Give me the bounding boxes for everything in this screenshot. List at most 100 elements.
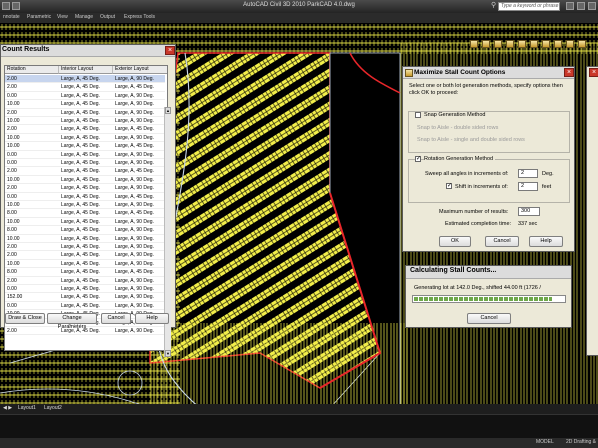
table-row[interactable]: 10.00 Large, A, 45 Deg. Large, A, 90 Deg. [5,235,165,243]
table-cell: Large, A, 45 Deg. [61,143,100,150]
tab-layout1[interactable]: Layout1 [18,405,36,411]
table-row[interactable]: 2.00 Large, A, 45 Deg. Large, A, 45 Deg. [5,167,165,176]
parking-tool-icon-1[interactable] [470,40,478,48]
shift-checkbox[interactable]: ✓ [446,183,452,189]
maximize-cancel-button[interactable]: Cancel [485,236,519,247]
snap-double-option[interactable]: Snap to Aisle - double sided rows [417,125,498,131]
progress-cancel-button[interactable]: Cancel [467,313,511,324]
parking-tool-icon-2[interactable] [482,40,490,48]
search-input[interactable]: Type a keyword or phrase [498,2,560,11]
table-cell: Large, A, 45 Deg. [61,286,100,292]
ribbon-icons [470,40,598,52]
table-cell: Large, A, 45 Deg. [61,185,100,192]
maximize-help-button[interactable]: Help [529,236,563,247]
table-cell: Large, A, 90 Deg. [115,260,154,267]
table-row[interactable]: 152.00 Large, A, 45 Deg. Large, A, 90 Deg. [5,293,165,302]
table-cell: 0.00 [7,92,17,99]
search-icon[interactable]: ⚲ [491,2,498,10]
table-row[interactable]: 2.00 Large, A, 45 Deg. Large, A, 90 Deg. [5,75,165,84]
table-row[interactable]: 10.00 Large, A, 45 Deg. Large, A, 90 Deg. [5,134,165,143]
table-row[interactable]: 10.00 Large, A, 45 Deg. Large, A, 90 Deg. [5,176,165,185]
menu-annotate[interactable]: nnotate [3,14,20,20]
table-row[interactable]: 2.00 Large, A, 45 Deg. Large, A, 90 Deg. [5,184,165,193]
rotation-method-group [408,159,570,203]
table-cell: 10.00 [7,218,20,225]
table-row[interactable]: 0.00 Large, A, 45 Deg. Large, A, 45 Deg. [5,193,165,201]
parking-tool-icon-7[interactable] [542,40,550,48]
table-cell: 0.00 [7,151,17,158]
change-parameters-button[interactable]: Change Parameters [47,313,97,330]
table-cell: Large, A, 45 Deg. [61,76,100,82]
close-icon[interactable]: × [589,68,598,77]
model-label[interactable]: MODEL [536,439,554,445]
col-interior-layout[interactable]: Interior Layout [59,66,113,74]
table-cell: Large, A, 90 Deg. [115,294,154,301]
parking-tool-icon-3[interactable] [494,40,502,48]
table-cell: 8.00 [7,227,17,234]
table-row[interactable]: 10.00 Large, A, 45 Deg. Large, A, 90 Deg. [5,260,165,269]
table-row[interactable]: 10.00 Large, A, 45 Deg. Large, A, 90 Deg. [5,117,165,126]
parking-tool-icon-4[interactable] [506,40,514,48]
table-row[interactable]: 10.00 Large, A, 45 Deg. Large, A, 45 Deg. [5,142,165,151]
workspace-label[interactable]: 2D Drafting & [566,439,596,445]
parking-tool-icon-8[interactable] [554,40,562,48]
table-row[interactable]: 0.00 Large, A, 45 Deg. Large, A, 90 Deg. [5,302,165,311]
rotation-method-checkbox[interactable]: ✓ [415,156,421,162]
command-line[interactable] [0,414,598,438]
parking-tool-icon-10[interactable] [578,40,586,48]
table-row[interactable]: 0.00 Large, A, 45 Deg. Large, A, 90 Deg. [5,92,165,101]
close-icon[interactable]: × [165,46,175,55]
table-cell: 10.00 [7,202,20,208]
table-cell: Large, A, 90 Deg. [115,101,154,108]
table-row[interactable]: 2.00 Large, A, 45 Deg. Large, A, 90 Deg. [5,109,165,117]
table-row[interactable]: 0.00 Large, A, 45 Deg. Large, A, 90 Deg. [5,285,165,294]
table-row[interactable]: 2.00 Large, A, 45 Deg. Large, A, 90 Deg. [5,251,165,260]
table-row[interactable]: 10.00 Large, A, 45 Deg. Large, A, 90 Deg. [5,218,165,227]
snap-single-option[interactable]: Snap to Aisle - single and double sided … [417,137,525,143]
nav-arrows-icon[interactable]: ◀ ▶ [3,405,12,411]
col-exterior-layout[interactable]: Exterior Layout [113,66,167,74]
results-help-button[interactable]: Help [135,313,169,324]
snap-method-checkbox[interactable] [415,112,421,118]
results-table[interactable]: Rotation Interior Layout Exterior Layout… [4,65,168,351]
max-results-input[interactable]: 300 [518,207,540,216]
menu-parametric[interactable]: Parametric [27,14,51,20]
table-row[interactable]: 10.00 Large, A, 45 Deg. Large, A, 90 Deg. [5,100,165,109]
table-row[interactable]: 8.00 Large, A, 45 Deg. Large, A, 45 Deg. [5,268,165,277]
sweep-unit: Deg. [542,171,554,177]
parking-tool-icon-5[interactable] [518,40,526,48]
menu-view[interactable]: View [57,14,68,20]
parking-tool-icon-6[interactable] [530,40,538,48]
table-row[interactable]: 8.00 Large, A, 45 Deg. Large, A, 90 Deg. [5,226,165,235]
table-row[interactable]: 10.00 Large, A, 45 Deg. Large, A, 90 Deg. [5,201,165,210]
table-row[interactable]: 0.00 Large, A, 45 Deg. Large, A, 90 Deg. [5,151,165,159]
table-row[interactable]: 2.00 Large, A, 45 Deg. Large, A, 45 Deg. [5,125,165,134]
table-row[interactable]: 2.00 Large, A, 45 Deg. Large, A, 45 Deg. [5,83,165,92]
results-cancel-button[interactable]: Cancel [101,313,131,324]
table-row[interactable]: 8.00 Large, A, 45 Deg. Large, A, 45 Deg. [5,209,165,218]
tab-layout2[interactable]: Layout2 [44,405,62,411]
menu-manage[interactable]: Manage [75,14,93,20]
table-row[interactable]: 0.00 Large, A, 45 Deg. Large, A, 90 Deg. [5,159,165,168]
parking-tool-icon-9[interactable] [566,40,574,48]
col-rotation[interactable]: Rotation [5,66,59,74]
scroll-up-icon[interactable]: ▲ [165,107,171,114]
scroll-down-icon[interactable]: ▼ [165,350,171,357]
menu-output[interactable]: Output [100,14,115,20]
help-icon[interactable] [588,2,596,10]
table-cell: Large, A, 45 Deg. [61,101,100,108]
table-row[interactable]: 2.00 Large, A, 45 Deg. Large, A, 90 Deg. [5,277,165,285]
shift-increment-input[interactable]: 2 [518,182,538,191]
close-icon[interactable]: × [564,68,574,77]
draw-close-button[interactable]: Draw & Close [5,313,45,324]
sweep-increment-input[interactable]: 2 [518,169,538,178]
ok-button[interactable]: OK [439,236,471,247]
table-cell: Large, A, 45 Deg. [61,151,100,158]
table-cell: Large, A, 90 Deg. [115,92,154,99]
table-cell: 10.00 [7,235,20,242]
table-row[interactable]: 2.00 Large, A, 45 Deg. Large, A, 90 Deg. [5,243,165,252]
menu-express-tools[interactable]: Express Tools [124,14,155,20]
layout-tabs: ◀ ▶ Layout1 Layout2 [0,404,598,414]
star-icon[interactable] [577,2,585,10]
search-button-icon[interactable] [566,2,574,10]
